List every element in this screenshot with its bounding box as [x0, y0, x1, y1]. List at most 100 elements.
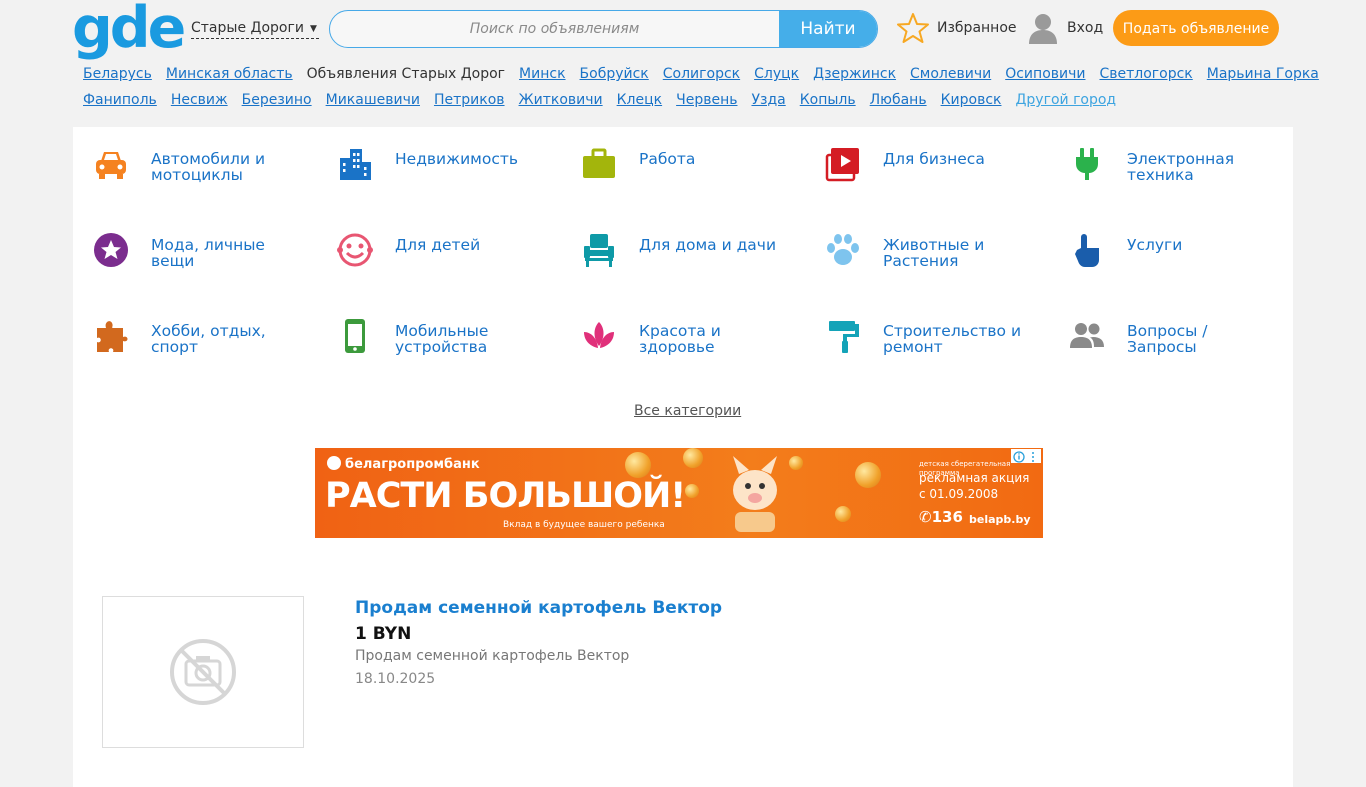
city-link[interactable]: Слуцк [754, 66, 799, 82]
category-paw[interactable]: Животные и Растения [805, 213, 1035, 273]
site-logo[interactable]: gde [72, 0, 186, 60]
ad-promo: рекламная акция с 01.09.2008 [919, 471, 1030, 501]
category-label: Мобильные устройства [395, 322, 489, 356]
city-link[interactable]: Любань [870, 92, 927, 108]
category-label: Для бизнеса [883, 150, 985, 168]
city-link[interactable]: Кировск [941, 92, 1002, 108]
city-link[interactable]: Марьина Горка [1207, 66, 1319, 82]
city-link[interactable]: Житковичи [519, 92, 603, 108]
favorites-link[interactable]: Избранное [897, 12, 1017, 44]
coin-bubble-icon [683, 448, 703, 468]
listing-date: 18.10.2025 [355, 671, 436, 687]
category-buildings[interactable]: Недвижимость [317, 127, 547, 187]
current-city-label: Объявления Старых Дорог [306, 66, 506, 82]
video-play-icon [825, 148, 859, 182]
city-link[interactable]: Червень [676, 92, 737, 108]
city-link[interactable]: Березино [242, 92, 312, 108]
category-puzzle[interactable]: Хобби, отдых, спорт [73, 299, 303, 359]
coin-bubble-icon [835, 506, 851, 522]
listing-thumbnail[interactable] [102, 596, 304, 748]
listing-price: 1 BYN [355, 624, 412, 644]
category-smartphone[interactable]: Мобильные устройства [317, 299, 547, 359]
ad-brand-label: белагропромбанк [345, 457, 480, 472]
puzzle-icon [97, 321, 128, 352]
smiley-icon [337, 233, 373, 267]
city-link[interactable]: Смолевичи [910, 66, 991, 82]
category-car[interactable]: Автомобили и мотоциклы [73, 127, 303, 187]
city-link[interactable]: Солигорск [663, 66, 740, 82]
no-photo-icon [170, 639, 236, 705]
star-outline-icon [897, 13, 929, 43]
city-link[interactable]: Осиповичи [1005, 66, 1085, 82]
search-input[interactable] [330, 11, 779, 47]
plug-icon [1076, 148, 1098, 180]
category-label: Работа [639, 150, 696, 168]
buildings-icon [340, 149, 371, 180]
city-link[interactable]: Светлогорск [1099, 66, 1192, 82]
login-label: Вход [1067, 20, 1104, 36]
city-link[interactable]: Узда [751, 92, 785, 108]
listing-description: Продам семенной картофель Вектор [355, 648, 630, 664]
city-link[interactable]: Бобруйск [580, 66, 649, 82]
chevron-down-icon: ▼ [309, 24, 317, 34]
ad-brand: белагропромбанк [327, 456, 480, 472]
category-label: Услуги [1127, 236, 1183, 254]
category-users[interactable]: Вопросы / Запросы [1049, 299, 1279, 359]
city-links-row-2: Фаниполь Несвиж Березино Микашевичи Петриков… [83, 92, 1130, 108]
ad-phone-number: 136 [931, 508, 963, 526]
city-link[interactable]: Петриков [434, 92, 505, 108]
login-link[interactable]: Вход [1027, 12, 1103, 44]
category-video-play[interactable]: Для бизнеса [805, 127, 1035, 187]
users-icon [1070, 323, 1104, 348]
city-link[interactable]: Клецк [617, 92, 663, 108]
smartphone-icon [345, 319, 365, 353]
ad-phone: ✆136 [919, 508, 963, 526]
car-icon [96, 152, 126, 179]
category-label: Вопросы / Запросы [1127, 322, 1208, 356]
city-link[interactable]: Несвиж [171, 92, 228, 108]
paint-roller-icon [829, 321, 859, 353]
ad-banner[interactable]: белагропромбанк РАСТИ БОЛЬШОЙ! Вклад в б… [315, 448, 1043, 538]
category-label: Электронная техника [1127, 150, 1235, 184]
pig-mascot-icon [733, 456, 777, 532]
coin-bubble-icon [855, 462, 881, 488]
category-label: Строительство и ремонт [883, 322, 1022, 356]
city-link[interactable]: Дзержинск [813, 66, 896, 82]
category-label: Красота и здоровье [639, 322, 721, 356]
post-ad-button[interactable]: Подать объявление [1113, 10, 1279, 46]
category-label: Для дома и дачи [639, 236, 777, 254]
city-link[interactable]: Копыль [800, 92, 856, 108]
category-hand-pointer[interactable]: Услуги [1049, 213, 1279, 273]
city-link[interactable]: Минская область [166, 66, 293, 82]
category-briefcase[interactable]: Работа [561, 127, 791, 187]
search-bar: Найти [329, 10, 878, 48]
coin-bubble-icon [625, 452, 651, 478]
category-armchair[interactable]: Для дома и дачи [561, 213, 791, 273]
city-link[interactable]: Беларусь [83, 66, 152, 82]
bank-logo-icon [327, 456, 341, 470]
city-links-row-1: Беларусь Минская область Объявления Старых… [83, 66, 1333, 82]
other-city-link[interactable]: Другой город [1015, 92, 1116, 108]
all-categories-link[interactable]: Все категории [634, 403, 741, 419]
ad-info-icon[interactable] [1011, 449, 1041, 463]
user-silhouette-icon [1029, 14, 1057, 44]
category-smiley[interactable]: Для детей [317, 213, 547, 273]
city-link[interactable]: Минск [519, 66, 565, 82]
hand-pointer-icon [1075, 234, 1099, 267]
city-selector[interactable]: Старые Дороги ▼ [191, 19, 319, 39]
phone-icon: ✆ [919, 508, 932, 526]
category-paint-roller[interactable]: Строительство и ремонт [805, 299, 1035, 359]
category-plug[interactable]: Электронная техника [1049, 127, 1279, 187]
armchair-icon [584, 234, 614, 267]
category-label: Для детей [395, 236, 481, 254]
category-label: Недвижимость [395, 150, 519, 168]
listing-title[interactable]: Продам семенной картофель Вектор [355, 598, 722, 618]
category-lotus[interactable]: Красота и здоровье [561, 299, 791, 359]
city-link[interactable]: Микашевичи [326, 92, 420, 108]
main-panel: Автомобили и мотоциклы Недвижимость Работа… [73, 127, 1293, 787]
category-star-circle[interactable]: Мода, личные вещи [73, 213, 303, 273]
star-circle-icon [94, 233, 128, 267]
lotus-icon [584, 322, 614, 348]
city-link[interactable]: Фаниполь [83, 92, 157, 108]
search-button[interactable]: Найти [779, 11, 877, 47]
